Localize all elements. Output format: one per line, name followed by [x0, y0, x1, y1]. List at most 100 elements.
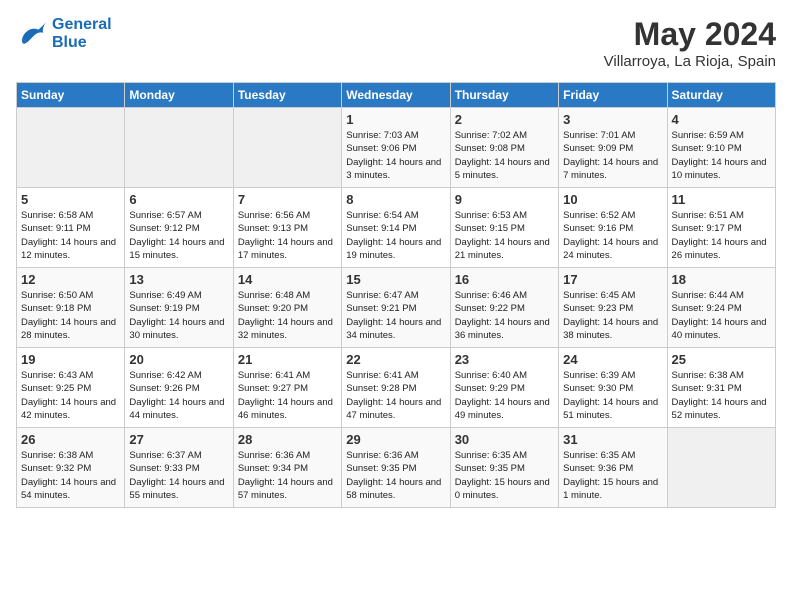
day-info: Sunrise: 6:58 AM Sunset: 9:11 PM Dayligh… [21, 209, 120, 262]
weekday-header-thursday: Thursday [450, 83, 558, 108]
calendar-cell: 25 Sunrise: 6:38 AM Sunset: 9:31 PM Dayli… [667, 348, 775, 428]
calendar-cell: 26 Sunrise: 6:38 AM Sunset: 9:32 PM Dayli… [17, 428, 125, 508]
calendar-cell: 15Sunrise: 6:47 AM Sunset: 9:21 PM Dayli… [342, 268, 450, 348]
calendar-cell [667, 428, 775, 508]
day-info: Sunrise: 6:51 AM Sunset: 9:17 PM Dayligh… [672, 209, 771, 262]
calendar-cell: 10Sunrise: 6:52 AM Sunset: 9:16 PM Dayli… [559, 188, 667, 268]
day-number: 1 [346, 112, 445, 127]
calendar-cell: 16 Sunrise: 6:46 AM Sunset: 9:22 PM Dayli… [450, 268, 558, 348]
day-info: Sunrise: 6:45 AM Sunset: 9:23 PM Dayligh… [563, 289, 662, 342]
day-info: Sunrise: 6:54 AM Sunset: 9:14 PM Dayligh… [346, 209, 445, 262]
day-number: 13 [129, 272, 228, 287]
weekday-header-sunday: Sunday [17, 83, 125, 108]
day-number: 29 [346, 432, 445, 447]
day-info: Sunrise: 6:37 AM Sunset: 9:33 PM Dayligh… [129, 449, 228, 502]
calendar-cell: 30 Sunrise: 6:35 AM Sunset: 9:35 PM Dayli… [450, 428, 558, 508]
calendar-cell: 1Sunrise: 7:03 AM Sunset: 9:06 PM Daylig… [342, 108, 450, 188]
day-info: Sunrise: 6:49 AM Sunset: 9:19 PM Dayligh… [129, 289, 228, 342]
weekday-header-saturday: Saturday [667, 83, 775, 108]
day-info: Sunrise: 6:50 AM Sunset: 9:18 PM Dayligh… [21, 289, 120, 342]
calendar-cell: 17 Sunrise: 6:45 AM Sunset: 9:23 PM Dayli… [559, 268, 667, 348]
day-info: Sunrise: 7:01 AM Sunset: 9:09 PM Dayligh… [563, 129, 662, 182]
day-info: Sunrise: 6:44 AM Sunset: 9:24 PM Dayligh… [672, 289, 771, 342]
day-info: Sunrise: 6:40 AM Sunset: 9:29 PM Dayligh… [455, 369, 554, 422]
weekday-header-wednesday: Wednesday [342, 83, 450, 108]
weekday-header-tuesday: Tuesday [233, 83, 341, 108]
calendar-cell: 7 Sunrise: 6:56 AM Sunset: 9:13 PM Daylig… [233, 188, 341, 268]
day-number: 7 [238, 192, 337, 207]
day-info: Sunrise: 6:41 AM Sunset: 9:27 PM Dayligh… [238, 369, 337, 422]
calendar-cell: 14 Sunrise: 6:48 AM Sunset: 9:20 PM Dayli… [233, 268, 341, 348]
day-info: Sunrise: 6:53 AM Sunset: 9:15 PM Dayligh… [455, 209, 554, 262]
day-number: 31 [563, 432, 662, 447]
day-info: Sunrise: 6:56 AM Sunset: 9:13 PM Dayligh… [238, 209, 337, 262]
day-number: 17 [563, 272, 662, 287]
calendar-cell: 21 Sunrise: 6:41 AM Sunset: 9:27 PM Dayli… [233, 348, 341, 428]
day-info: Sunrise: 6:35 AM Sunset: 9:35 PM Dayligh… [455, 449, 554, 502]
weekday-header-friday: Friday [559, 83, 667, 108]
day-number: 12 [21, 272, 120, 287]
day-number: 18 [672, 272, 771, 287]
day-number: 15 [346, 272, 445, 287]
day-info: Sunrise: 6:48 AM Sunset: 9:20 PM Dayligh… [238, 289, 337, 342]
calendar-cell: 4 Sunrise: 6:59 AM Sunset: 9:10 PM Daylig… [667, 108, 775, 188]
calendar-cell: 8 Sunrise: 6:54 AM Sunset: 9:14 PM Daylig… [342, 188, 450, 268]
calendar-cell [125, 108, 233, 188]
day-number: 19 [21, 352, 120, 367]
calendar-cell: 13 Sunrise: 6:49 AM Sunset: 9:19 PM Dayli… [125, 268, 233, 348]
day-number: 4 [672, 112, 771, 127]
day-number: 10 [563, 192, 662, 207]
calendar-cell: 3 Sunrise: 7:01 AM Sunset: 9:09 PM Daylig… [559, 108, 667, 188]
day-number: 26 [21, 432, 120, 447]
calendar-cell: 27 Sunrise: 6:37 AM Sunset: 9:33 PM Dayli… [125, 428, 233, 508]
logo: General Blue [16, 16, 112, 51]
calendar-cell: 5 Sunrise: 6:58 AM Sunset: 9:11 PM Daylig… [17, 188, 125, 268]
calendar-cell [233, 108, 341, 188]
calendar-cell: 6Sunrise: 6:57 AM Sunset: 9:12 PM Daylig… [125, 188, 233, 268]
day-info: Sunrise: 6:46 AM Sunset: 9:22 PM Dayligh… [455, 289, 554, 342]
weekday-header-monday: Monday [125, 83, 233, 108]
day-info: Sunrise: 6:38 AM Sunset: 9:32 PM Dayligh… [21, 449, 120, 502]
title-area: May 2024 Villarroya, La Rioja, Spain [604, 16, 776, 70]
day-number: 20 [129, 352, 228, 367]
day-number: 2 [455, 112, 554, 127]
day-number: 24 [563, 352, 662, 367]
day-number: 28 [238, 432, 337, 447]
calendar-cell: 22Sunrise: 6:41 AM Sunset: 9:28 PM Dayli… [342, 348, 450, 428]
month-title: May 2024 [604, 16, 776, 53]
calendar-cell: 31 Sunrise: 6:35 AM Sunset: 9:36 PM Dayli… [559, 428, 667, 508]
day-info: Sunrise: 7:02 AM Sunset: 9:08 PM Dayligh… [455, 129, 554, 182]
day-info: Sunrise: 6:43 AM Sunset: 9:25 PM Dayligh… [21, 369, 120, 422]
day-number: 21 [238, 352, 337, 367]
day-number: 23 [455, 352, 554, 367]
calendar-cell: 2 Sunrise: 7:02 AM Sunset: 9:08 PM Daylig… [450, 108, 558, 188]
day-info: Sunrise: 6:38 AM Sunset: 9:31 PM Dayligh… [672, 369, 771, 422]
logo-general: General [52, 16, 112, 34]
calendar-cell: 24 Sunrise: 6:39 AM Sunset: 9:30 PM Dayli… [559, 348, 667, 428]
day-info: Sunrise: 6:35 AM Sunset: 9:36 PM Dayligh… [563, 449, 662, 502]
location-title: Villarroya, La Rioja, Spain [604, 53, 776, 70]
calendar-cell: 11Sunrise: 6:51 AM Sunset: 9:17 PM Dayli… [667, 188, 775, 268]
day-number: 14 [238, 272, 337, 287]
day-info: Sunrise: 6:42 AM Sunset: 9:26 PM Dayligh… [129, 369, 228, 422]
logo-blue: Blue [52, 34, 112, 52]
page-header: General Blue May 2024 Villarroya, La Rio… [16, 16, 776, 70]
calendar-cell: 23 Sunrise: 6:40 AM Sunset: 9:29 PM Dayli… [450, 348, 558, 428]
day-info: Sunrise: 6:39 AM Sunset: 9:30 PM Dayligh… [563, 369, 662, 422]
day-info: Sunrise: 6:41 AM Sunset: 9:28 PM Dayligh… [346, 369, 445, 422]
day-info: Sunrise: 6:59 AM Sunset: 9:10 PM Dayligh… [672, 129, 771, 182]
day-number: 6 [129, 192, 228, 207]
day-number: 5 [21, 192, 120, 207]
calendar-cell: 12 Sunrise: 6:50 AM Sunset: 9:18 PM Dayli… [17, 268, 125, 348]
calendar-cell: 29 Sunrise: 6:36 AM Sunset: 9:35 PM Dayli… [342, 428, 450, 508]
day-number: 8 [346, 192, 445, 207]
day-number: 30 [455, 432, 554, 447]
day-info: Sunrise: 6:36 AM Sunset: 9:35 PM Dayligh… [346, 449, 445, 502]
calendar-cell [17, 108, 125, 188]
day-number: 3 [563, 112, 662, 127]
day-info: Sunrise: 6:36 AM Sunset: 9:34 PM Dayligh… [238, 449, 337, 502]
calendar-table: SundayMondayTuesdayWednesdayThursdayFrid… [16, 82, 776, 508]
day-number: 16 [455, 272, 554, 287]
day-number: 27 [129, 432, 228, 447]
day-number: 25 [672, 352, 771, 367]
